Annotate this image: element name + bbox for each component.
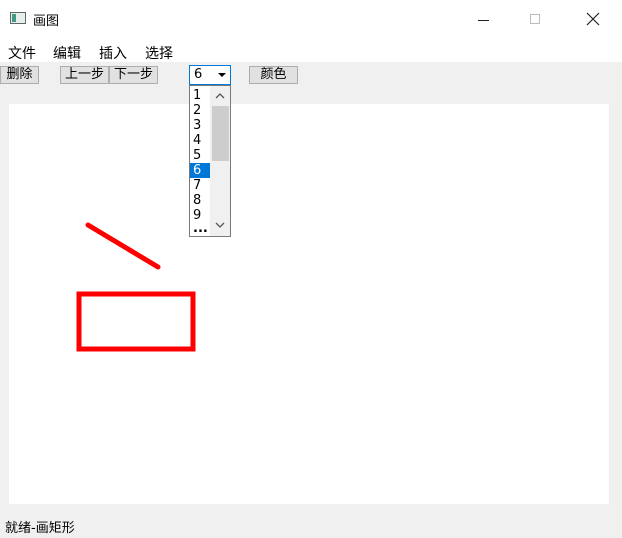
close-icon (586, 12, 600, 26)
dropdown-scrollbar[interactable] (210, 86, 230, 236)
paint-window: 画图 文件 编辑 插入 选择 删除 上一步 下一步 颜色 6 1 2 3 4 5… (0, 0, 622, 538)
menu-insert[interactable]: 插入 (99, 43, 127, 63)
color-button[interactable]: 颜色 (249, 66, 298, 84)
scroll-up-arrow-icon[interactable] (214, 89, 226, 103)
dropdown-option[interactable]: 1 (190, 88, 210, 103)
line-width-dropdown-list: 1 2 3 4 5 6 7 8 9 ... (189, 85, 231, 237)
drawing-canvas[interactable] (9, 104, 609, 504)
dropdown-option-more[interactable]: ... (190, 221, 210, 236)
scrollbar-thumb[interactable] (212, 106, 229, 161)
canvas-drawing (76, 222, 196, 352)
drawn-line[interactable] (85, 222, 161, 270)
delete-button[interactable]: 删除 (0, 66, 39, 84)
menu-edit[interactable]: 编辑 (53, 43, 81, 63)
minimize-button[interactable] (460, 0, 506, 38)
undo-button[interactable]: 上一步 (60, 66, 109, 84)
line-width-value: 6 (194, 67, 203, 82)
dropdown-arrow-icon (218, 73, 226, 77)
window-title: 画图 (33, 14, 60, 29)
drawn-rectangle[interactable] (76, 291, 196, 352)
dropdown-option[interactable]: 7 (190, 178, 210, 193)
dropdown-option-selected[interactable]: 6 (190, 163, 210, 178)
minimize-icon (477, 19, 489, 21)
menu-file[interactable]: 文件 (8, 43, 36, 63)
redo-button[interactable]: 下一步 (109, 66, 158, 84)
dropdown-option[interactable]: 3 (190, 118, 210, 133)
dropdown-option[interactable]: 2 (190, 103, 210, 118)
status-text: 就绪-画矩形 (5, 521, 75, 536)
app-icon (10, 12, 26, 24)
scroll-down-arrow-icon[interactable] (214, 218, 226, 232)
close-button[interactable] (570, 0, 616, 38)
dropdown-option[interactable]: 8 (190, 193, 210, 208)
dropdown-option[interactable]: 4 (190, 133, 210, 148)
dropdown-option[interactable]: 5 (190, 148, 210, 163)
menu-bar: 文件 编辑 插入 选择 (0, 40, 622, 62)
status-bar: 就绪-画矩形 (0, 504, 622, 538)
line-width-select[interactable]: 6 (189, 65, 231, 85)
title-bar: 画图 (0, 0, 622, 38)
maximize-button[interactable] (512, 0, 558, 38)
maximize-icon (530, 14, 540, 24)
menu-select[interactable]: 选择 (145, 43, 173, 63)
